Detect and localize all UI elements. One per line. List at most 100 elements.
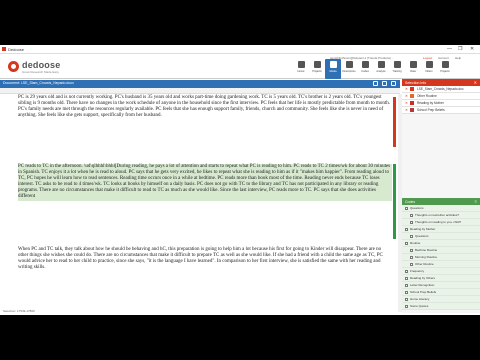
training-icon	[393, 61, 401, 68]
code-tree-item[interactable]: Letter Recognition	[402, 282, 480, 289]
toolbar-button-media[interactable]: Media	[325, 59, 341, 79]
descriptors-icon	[345, 61, 353, 68]
document-paragraph-2-highlighted[interactable]: PC reads to TC in the afternoon. \ud\qlh…	[18, 164, 392, 201]
code-tree-label: Bedtime Routine	[415, 248, 438, 252]
code-tree-label: Questions	[410, 206, 424, 210]
document-settings-icon[interactable]	[382, 81, 387, 86]
logo-tagline: Great Research Made Easy	[22, 70, 60, 74]
code-tree-item[interactable]: Other Routine	[402, 261, 480, 268]
close-window-button[interactable]: ✕	[470, 46, 474, 52]
code-checkbox[interactable]	[405, 276, 408, 280]
toolbar-button-label: Data	[410, 70, 416, 73]
toolbar-button-analyze[interactable]: Analyze	[373, 59, 389, 79]
help-link[interactable]: Help	[455, 56, 461, 60]
analyze-icon	[377, 61, 385, 68]
code-tree-item[interactable]: Reading by Mother	[402, 226, 480, 233]
code-checkbox[interactable]	[405, 227, 408, 231]
toolbar-button-projects[interactable]: Projects	[437, 59, 453, 79]
toolbar-button-codes[interactable]: Codes	[357, 59, 373, 79]
code-checkbox[interactable]	[405, 269, 408, 273]
remove-code-icon[interactable]: ✕	[405, 108, 408, 112]
code-color-swatch	[409, 108, 414, 112]
projects2-icon	[441, 61, 449, 68]
document-tab-title[interactable]: Document: LSE_Slam_Crowds_Nepado.docx	[3, 81, 74, 85]
code-color-swatch	[409, 101, 414, 105]
code-checkbox[interactable]	[410, 248, 413, 252]
code-checkbox[interactable]	[410, 255, 413, 259]
toolbar-button-label: Projects	[440, 70, 450, 73]
code-tree-item[interactable]: Routine	[402, 240, 480, 247]
data-icon	[409, 61, 417, 68]
remove-code-icon[interactable]: ✕	[405, 87, 408, 91]
logo-text: dedoose	[22, 60, 61, 70]
code-tree-label: Questions	[415, 234, 429, 238]
selection-code-row[interactable]: ✕ Reading by Mother	[402, 100, 480, 107]
code-checkbox[interactable]	[405, 297, 408, 301]
codes-panel-title: Codes	[405, 199, 416, 204]
toolbar-button-filters[interactable]: Filters	[421, 59, 437, 79]
code-tree-item[interactable]: Some Quotes	[402, 303, 480, 310]
selection-code-row[interactable]: ✕ Other Routine	[402, 93, 480, 100]
toolbar-button-label: Descriptors	[342, 70, 356, 73]
code-checkbox[interactable]	[405, 283, 408, 287]
toolbar-button-label: Analyze	[376, 70, 386, 73]
code-tree-item[interactable]: Bedtime Routine	[402, 247, 480, 254]
minimize-button[interactable]: —	[447, 46, 452, 52]
toolbar-button-training[interactable]: Training	[389, 59, 405, 79]
selection-code-label: LSE_Slam_Crowds_Nepado.doc	[416, 87, 464, 91]
code-checkbox[interactable]	[405, 241, 408, 245]
document-body[interactable]: PC is 29 years old and is not currently …	[0, 94, 398, 312]
code-tree-item[interactable]: School Prep Beliefs	[402, 289, 480, 296]
toolbar-button-projects[interactable]: Projects	[309, 59, 325, 79]
code-tree-item[interactable]: Questions	[402, 205, 480, 212]
code-color-swatch	[409, 94, 414, 98]
close-document-icon[interactable]	[391, 81, 396, 86]
remove-code-icon[interactable]: ✕	[405, 94, 408, 98]
app-title: Dedoose	[8, 47, 25, 52]
projects-icon	[313, 61, 321, 68]
codes-panel-menu-icon[interactable]: ≡	[475, 199, 477, 204]
code-marker-bar[interactable]	[393, 97, 396, 147]
filters-icon	[425, 61, 433, 68]
app-icon	[2, 47, 6, 51]
document-tab-bar: Document: LSE_Slam_Crowds_Nepado.docx	[0, 80, 400, 88]
selection-code-row[interactable]: ✕ LSE_Slam_Crowds_Nepado.doc	[402, 86, 480, 93]
code-color-swatch	[409, 87, 414, 91]
toolbar-button-label: Codes	[361, 70, 369, 73]
code-checkbox[interactable]	[410, 262, 413, 266]
edit-document-icon[interactable]	[373, 81, 378, 86]
code-tree-item[interactable]: Questions	[402, 233, 480, 240]
dedoose-logo-icon	[8, 61, 19, 72]
code-tree-item[interactable]: Thoughts on test/other activities?	[402, 212, 480, 219]
maximize-button[interactable]: ❐	[458, 46, 462, 52]
toolbar-button-home[interactable]: Home	[293, 59, 309, 79]
code-tree-label: Reading by Others	[410, 276, 436, 280]
code-tree-item[interactable]: Home Literacy	[402, 296, 480, 303]
remove-code-icon[interactable]: ✕	[405, 101, 408, 105]
code-tree-item[interactable]: Reading by Others	[402, 275, 480, 282]
code-tree-label: Routine	[410, 241, 421, 245]
toolbar-button-data[interactable]: Data	[405, 59, 421, 79]
code-tree-label: Letter Recognition	[410, 283, 435, 287]
code-tree-label: School Prep Beliefs	[410, 290, 437, 294]
codes-panel-header: Codes ≡	[402, 198, 480, 205]
code-checkbox[interactable]	[405, 206, 408, 210]
document-paragraph-1[interactable]: PC is 29 years old and is not currently …	[18, 95, 392, 119]
code-checkbox[interactable]	[405, 290, 408, 294]
selection-code-row[interactable]: ✕ School Prep Beliefs	[402, 107, 480, 114]
code-marker-bar[interactable]	[393, 164, 396, 239]
code-tree-item[interactable]: Frequency	[402, 268, 480, 275]
code-tree-item[interactable]: Thoughts on reading to you, child?	[402, 219, 480, 226]
code-checkbox[interactable]	[405, 304, 408, 308]
document-paragraph-3[interactable]: When PC and TC talk, they talk about how…	[18, 247, 392, 271]
app-header: dedoose Great Research Made Easy asmithf…	[0, 54, 480, 79]
toolbar-button-descriptors[interactable]: Descriptors	[341, 59, 357, 79]
code-checkbox[interactable]	[410, 234, 413, 238]
code-tree-item[interactable]: Morning Routine	[402, 254, 480, 261]
code-tree-label: Thoughts on reading to you, child?	[415, 220, 462, 224]
close-panel-icon[interactable]: ✕	[474, 80, 477, 85]
selection-code-label: Other Routine	[416, 94, 437, 98]
code-checkbox[interactable]	[410, 213, 413, 217]
code-checkbox[interactable]	[410, 220, 413, 224]
home-icon	[297, 61, 305, 68]
